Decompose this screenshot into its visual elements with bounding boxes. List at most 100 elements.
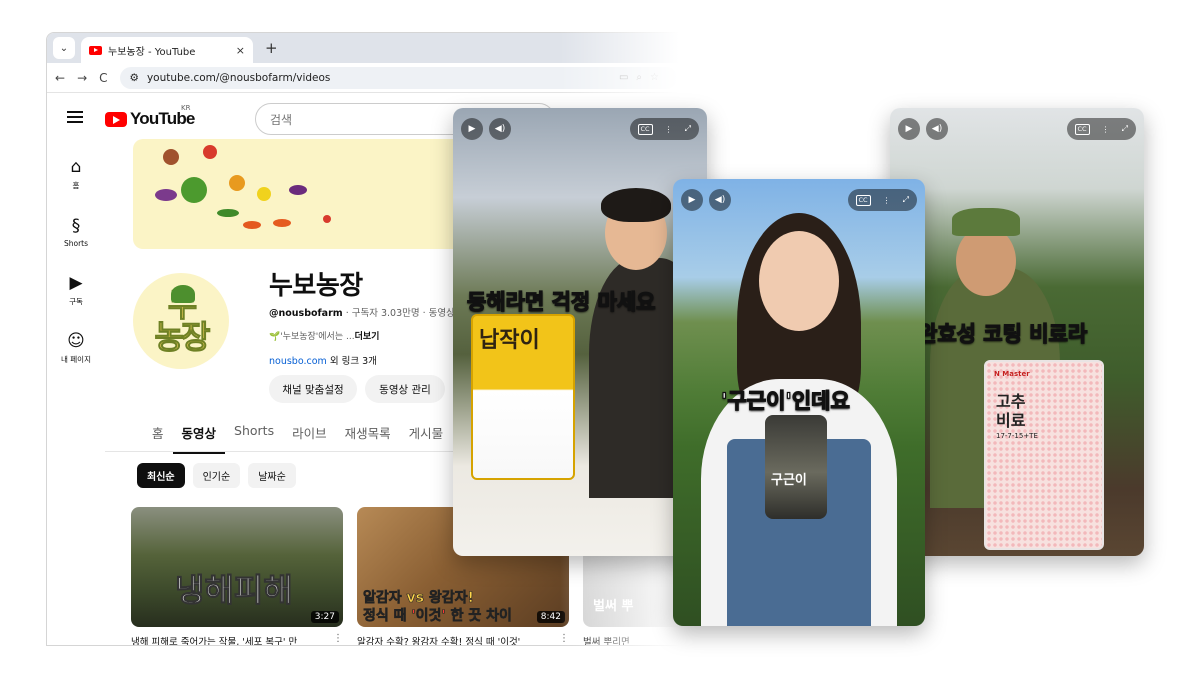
more-links-text[interactable]: 외 링크 3개: [327, 356, 377, 367]
vegetable-illustration: [243, 221, 261, 229]
browser-tab[interactable]: 누보농장 - YouTube ×: [81, 37, 253, 63]
player-options: CC ⋮ ⤢: [629, 118, 699, 140]
vegetable-illustration: [203, 145, 217, 159]
reload-icon[interactable]: C: [99, 71, 107, 85]
sidebar-item-shorts[interactable]: § Shorts: [47, 203, 105, 261]
tab-posts[interactable]: 게시물: [400, 423, 453, 454]
vegetable-illustration: [217, 209, 239, 217]
player-controls: ▶ ◀): [898, 118, 948, 140]
captions-icon[interactable]: CC: [855, 194, 871, 206]
video-duration: 3:27: [310, 611, 339, 623]
more-actions-icon[interactable]: ⋮: [559, 633, 569, 644]
sidebar-item-label: Shorts: [63, 238, 89, 248]
tab-close-icon[interactable]: ×: [236, 44, 245, 57]
volume-icon[interactable]: ◀): [926, 118, 948, 140]
channel-links: nousbo.com 외 링크 3개: [269, 353, 377, 367]
home-icon: ⌂: [70, 156, 82, 177]
thumbnail-text: 알감자 vs 왕감자!: [363, 590, 474, 607]
channel-handle: @nousbofarm: [269, 308, 343, 319]
customize-channel-label: 채널 맞춤설정: [282, 383, 344, 396]
country-code: KR: [181, 104, 191, 112]
new-tab-button[interactable]: +: [265, 39, 278, 57]
sidebar-item-my-page[interactable]: ☺ 내 페이지: [47, 319, 105, 377]
shorts-player[interactable]: 납작이 ▶ ◀) CC ⋮ ⤢ 동해라면 걱정 마세요: [453, 108, 707, 556]
player-controls: ▶ ◀): [461, 118, 511, 140]
my-page-icon: ☺: [67, 330, 85, 351]
cup-label: 구근이: [771, 473, 807, 488]
figure-hair: [601, 188, 671, 222]
vegetable-illustration: [323, 215, 331, 223]
tab-playlists[interactable]: 재생목록: [336, 423, 400, 454]
tab-live[interactable]: 라이브: [283, 423, 336, 454]
tab-videos[interactable]: 동영상: [172, 423, 226, 454]
player-options: CC ⋮ ⤢: [1066, 118, 1136, 140]
fullscreen-icon[interactable]: ⤢: [685, 124, 691, 134]
vegetable-illustration: [289, 185, 307, 195]
vegetable-illustration: [229, 175, 245, 191]
video-thumbnail[interactable]: 냉해피해 3:27: [131, 507, 343, 627]
sidebar-item-subscriptions[interactable]: ▶ 구독: [47, 261, 105, 319]
thumbnail-text: 냉해피해: [175, 571, 294, 610]
volume-icon[interactable]: ◀): [489, 118, 511, 140]
sidebar-item-home[interactable]: ⌂ 홈: [47, 145, 105, 203]
vegetable-illustration: [155, 189, 177, 201]
site-settings-icon[interactable]: ⚙: [130, 72, 139, 84]
tab-search-menu-icon[interactable]: ⌄: [53, 37, 75, 59]
video-title[interactable]: 벌써 뿌리면: [583, 634, 685, 645]
sidebar-item-label: 홈: [72, 180, 80, 190]
menu-icon[interactable]: [67, 111, 83, 123]
youtube-logo[interactable]: YouTube: [105, 109, 195, 129]
play-icon[interactable]: ▶: [898, 118, 920, 140]
captions-icon[interactable]: CC: [637, 123, 653, 135]
chip-latest[interactable]: 최신순: [137, 463, 185, 488]
manage-videos-button[interactable]: 동영상 관리: [365, 375, 445, 403]
shorts-icon: §: [71, 215, 81, 236]
channel-website-link[interactable]: nousbo.com: [269, 356, 327, 367]
shorts-player[interactable]: N Master 고추 비료 17-7-15+TE ▶ ◀) CC ⋮ ⤢ 완효…: [890, 108, 1144, 556]
fullscreen-icon[interactable]: ⤢: [1122, 124, 1128, 134]
avatar-logo-line: 농장: [154, 318, 211, 356]
sidebar-item-label: 내 페이지: [61, 354, 91, 364]
chip-popular[interactable]: 인기순: [192, 463, 241, 488]
url-field[interactable]: ⚙ youtube.com/@nousbofarm/videos ▭⌕☆: [119, 66, 677, 89]
tab-strip: ⌄ 누보농장 - YouTube × +: [47, 33, 685, 63]
channel-meta: @nousbofarm · 구독자 3.03만명 · 동영상 80: [269, 305, 470, 319]
channel-avatar[interactable]: 누 농장: [133, 273, 229, 369]
customize-channel-button[interactable]: 채널 맞춤설정: [269, 375, 357, 403]
sidebar-item-label: 구독: [69, 296, 83, 306]
more-options-icon[interactable]: ⋮: [883, 196, 891, 205]
tab-shorts[interactable]: Shorts: [225, 423, 283, 454]
more-link[interactable]: 더보기: [355, 332, 380, 342]
player-options: CC ⋮ ⤢: [847, 189, 917, 211]
channel-name: 누보농장: [269, 271, 363, 301]
more-options-icon[interactable]: ⋮: [1102, 125, 1110, 134]
chip-by-date[interactable]: 날짜순: [248, 463, 296, 488]
video-title[interactable]: 냉해 피해로 죽어가는 작물, '세포 복구' 만: [131, 634, 343, 645]
back-icon[interactable]: ←: [55, 71, 65, 85]
fertilizer-bag: N Master 고추 비료 17-7-15+TE: [984, 360, 1104, 550]
figure-head: [759, 231, 839, 331]
forward-icon[interactable]: →: [77, 71, 87, 85]
thumbnail-text-rest: 한 끗 차이: [445, 608, 512, 625]
vegetable-illustration: [163, 149, 179, 165]
tab-home[interactable]: 홈: [143, 423, 173, 454]
play-icon[interactable]: ▶: [681, 189, 703, 211]
bag-label-line: 고추: [996, 392, 1026, 411]
more-options-icon[interactable]: ⋮: [665, 125, 673, 134]
fullscreen-icon[interactable]: ⤢: [903, 195, 909, 205]
figure-head: [956, 226, 1016, 296]
captions-icon[interactable]: CC: [1074, 123, 1090, 135]
channel-description-text: 🌱'누보농장'에서는 ...: [269, 332, 355, 342]
fertilizer-bag: 납작이: [471, 314, 575, 480]
youtube-logo-text: YouTube: [130, 109, 195, 128]
address-actions-icon[interactable]: ▭⌕☆: [619, 72, 667, 83]
sort-chips: 최신순 인기순 날짜순: [137, 463, 296, 488]
volume-icon[interactable]: ◀): [709, 189, 731, 211]
play-icon[interactable]: ▶: [461, 118, 483, 140]
short-caption: 완효성 코팅 비료라: [917, 321, 1088, 346]
video-title[interactable]: 알감자 수확? 왕감자 수확! 정식 때 '이것': [357, 634, 569, 645]
shorts-player[interactable]: 구근이 ▶ ◀) CC ⋮ ⤢ '구근이'인데요: [673, 179, 925, 626]
channel-description[interactable]: 🌱'누보농장'에서는 ...더보기: [269, 329, 379, 342]
bag-formula: 17-7-15+TE: [996, 432, 1038, 440]
more-actions-icon[interactable]: ⋮: [333, 633, 343, 644]
